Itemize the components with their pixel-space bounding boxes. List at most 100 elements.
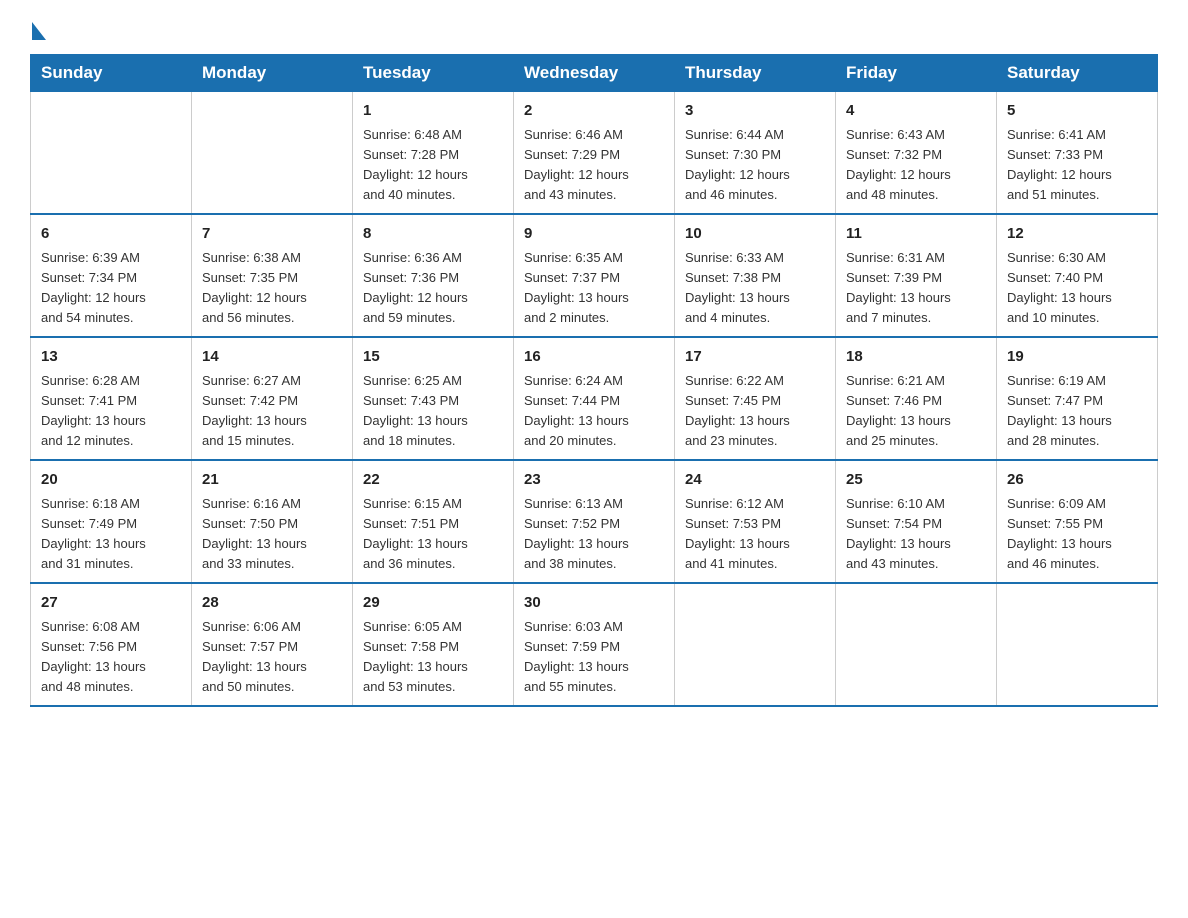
day-info: Sunrise: 6:12 AM Sunset: 7:53 PM Dayligh…	[685, 494, 825, 575]
day-info: Sunrise: 6:09 AM Sunset: 7:55 PM Dayligh…	[1007, 494, 1147, 575]
day-info: Sunrise: 6:18 AM Sunset: 7:49 PM Dayligh…	[41, 494, 181, 575]
day-info: Sunrise: 6:39 AM Sunset: 7:34 PM Dayligh…	[41, 248, 181, 329]
day-info: Sunrise: 6:25 AM Sunset: 7:43 PM Dayligh…	[363, 371, 503, 452]
day-info: Sunrise: 6:06 AM Sunset: 7:57 PM Dayligh…	[202, 617, 342, 698]
day-info: Sunrise: 6:16 AM Sunset: 7:50 PM Dayligh…	[202, 494, 342, 575]
calendar-cell: 2Sunrise: 6:46 AM Sunset: 7:29 PM Daylig…	[514, 92, 675, 215]
day-info: Sunrise: 6:35 AM Sunset: 7:37 PM Dayligh…	[524, 248, 664, 329]
logo-triangle-icon	[32, 22, 46, 40]
day-info: Sunrise: 6:48 AM Sunset: 7:28 PM Dayligh…	[363, 125, 503, 206]
day-number: 17	[685, 346, 825, 369]
day-info: Sunrise: 6:38 AM Sunset: 7:35 PM Dayligh…	[202, 248, 342, 329]
calendar-cell: 22Sunrise: 6:15 AM Sunset: 7:51 PM Dayli…	[353, 460, 514, 583]
calendar-cell: 19Sunrise: 6:19 AM Sunset: 7:47 PM Dayli…	[997, 337, 1158, 460]
calendar-cell: 30Sunrise: 6:03 AM Sunset: 7:59 PM Dayli…	[514, 583, 675, 706]
day-number: 7	[202, 223, 342, 246]
day-number: 28	[202, 592, 342, 615]
day-number: 22	[363, 469, 503, 492]
day-info: Sunrise: 6:13 AM Sunset: 7:52 PM Dayligh…	[524, 494, 664, 575]
day-info: Sunrise: 6:03 AM Sunset: 7:59 PM Dayligh…	[524, 617, 664, 698]
day-info: Sunrise: 6:24 AM Sunset: 7:44 PM Dayligh…	[524, 371, 664, 452]
day-info: Sunrise: 6:05 AM Sunset: 7:58 PM Dayligh…	[363, 617, 503, 698]
header-row: SundayMondayTuesdayWednesdayThursdayFrid…	[31, 55, 1158, 92]
calendar-cell	[836, 583, 997, 706]
day-number: 8	[363, 223, 503, 246]
calendar-cell: 13Sunrise: 6:28 AM Sunset: 7:41 PM Dayli…	[31, 337, 192, 460]
day-number: 3	[685, 100, 825, 123]
week-row-4: 20Sunrise: 6:18 AM Sunset: 7:49 PM Dayli…	[31, 460, 1158, 583]
day-info: Sunrise: 6:41 AM Sunset: 7:33 PM Dayligh…	[1007, 125, 1147, 206]
day-number: 23	[524, 469, 664, 492]
day-number: 25	[846, 469, 986, 492]
calendar-cell: 28Sunrise: 6:06 AM Sunset: 7:57 PM Dayli…	[192, 583, 353, 706]
calendar-cell: 3Sunrise: 6:44 AM Sunset: 7:30 PM Daylig…	[675, 92, 836, 215]
day-number: 4	[846, 100, 986, 123]
day-number: 24	[685, 469, 825, 492]
day-number: 20	[41, 469, 181, 492]
day-info: Sunrise: 6:08 AM Sunset: 7:56 PM Dayligh…	[41, 617, 181, 698]
day-number: 26	[1007, 469, 1147, 492]
calendar-cell: 4Sunrise: 6:43 AM Sunset: 7:32 PM Daylig…	[836, 92, 997, 215]
day-number: 19	[1007, 346, 1147, 369]
calendar-cell: 20Sunrise: 6:18 AM Sunset: 7:49 PM Dayli…	[31, 460, 192, 583]
calendar-cell: 17Sunrise: 6:22 AM Sunset: 7:45 PM Dayli…	[675, 337, 836, 460]
day-info: Sunrise: 6:21 AM Sunset: 7:46 PM Dayligh…	[846, 371, 986, 452]
day-info: Sunrise: 6:30 AM Sunset: 7:40 PM Dayligh…	[1007, 248, 1147, 329]
day-number: 11	[846, 223, 986, 246]
header-monday: Monday	[192, 55, 353, 92]
calendar-cell: 23Sunrise: 6:13 AM Sunset: 7:52 PM Dayli…	[514, 460, 675, 583]
calendar-cell: 1Sunrise: 6:48 AM Sunset: 7:28 PM Daylig…	[353, 92, 514, 215]
day-info: Sunrise: 6:27 AM Sunset: 7:42 PM Dayligh…	[202, 371, 342, 452]
calendar-cell: 18Sunrise: 6:21 AM Sunset: 7:46 PM Dayli…	[836, 337, 997, 460]
day-info: Sunrise: 6:19 AM Sunset: 7:47 PM Dayligh…	[1007, 371, 1147, 452]
day-info: Sunrise: 6:22 AM Sunset: 7:45 PM Dayligh…	[685, 371, 825, 452]
calendar-cell: 26Sunrise: 6:09 AM Sunset: 7:55 PM Dayli…	[997, 460, 1158, 583]
day-number: 14	[202, 346, 342, 369]
calendar-body: 1Sunrise: 6:48 AM Sunset: 7:28 PM Daylig…	[31, 92, 1158, 707]
calendar-cell: 14Sunrise: 6:27 AM Sunset: 7:42 PM Dayli…	[192, 337, 353, 460]
header-friday: Friday	[836, 55, 997, 92]
day-number: 15	[363, 346, 503, 369]
week-row-2: 6Sunrise: 6:39 AM Sunset: 7:34 PM Daylig…	[31, 214, 1158, 337]
logo	[30, 20, 46, 36]
calendar-cell: 12Sunrise: 6:30 AM Sunset: 7:40 PM Dayli…	[997, 214, 1158, 337]
calendar-cell	[675, 583, 836, 706]
calendar-cell: 27Sunrise: 6:08 AM Sunset: 7:56 PM Dayli…	[31, 583, 192, 706]
calendar-cell: 5Sunrise: 6:41 AM Sunset: 7:33 PM Daylig…	[997, 92, 1158, 215]
calendar-cell: 7Sunrise: 6:38 AM Sunset: 7:35 PM Daylig…	[192, 214, 353, 337]
day-number: 12	[1007, 223, 1147, 246]
week-row-3: 13Sunrise: 6:28 AM Sunset: 7:41 PM Dayli…	[31, 337, 1158, 460]
day-number: 13	[41, 346, 181, 369]
calendar-cell	[192, 92, 353, 215]
calendar-cell: 11Sunrise: 6:31 AM Sunset: 7:39 PM Dayli…	[836, 214, 997, 337]
calendar-cell: 15Sunrise: 6:25 AM Sunset: 7:43 PM Dayli…	[353, 337, 514, 460]
header-wednesday: Wednesday	[514, 55, 675, 92]
day-info: Sunrise: 6:46 AM Sunset: 7:29 PM Dayligh…	[524, 125, 664, 206]
day-number: 27	[41, 592, 181, 615]
week-row-5: 27Sunrise: 6:08 AM Sunset: 7:56 PM Dayli…	[31, 583, 1158, 706]
day-info: Sunrise: 6:43 AM Sunset: 7:32 PM Dayligh…	[846, 125, 986, 206]
day-number: 6	[41, 223, 181, 246]
calendar-cell: 24Sunrise: 6:12 AM Sunset: 7:53 PM Dayli…	[675, 460, 836, 583]
calendar-cell: 29Sunrise: 6:05 AM Sunset: 7:58 PM Dayli…	[353, 583, 514, 706]
day-number: 16	[524, 346, 664, 369]
day-number: 29	[363, 592, 503, 615]
day-info: Sunrise: 6:44 AM Sunset: 7:30 PM Dayligh…	[685, 125, 825, 206]
day-number: 30	[524, 592, 664, 615]
calendar-cell: 21Sunrise: 6:16 AM Sunset: 7:50 PM Dayli…	[192, 460, 353, 583]
calendar-cell	[997, 583, 1158, 706]
calendar-cell: 25Sunrise: 6:10 AM Sunset: 7:54 PM Dayli…	[836, 460, 997, 583]
calendar-header: SundayMondayTuesdayWednesdayThursdayFrid…	[31, 55, 1158, 92]
page-header	[30, 20, 1158, 36]
day-info: Sunrise: 6:15 AM Sunset: 7:51 PM Dayligh…	[363, 494, 503, 575]
day-number: 18	[846, 346, 986, 369]
week-row-1: 1Sunrise: 6:48 AM Sunset: 7:28 PM Daylig…	[31, 92, 1158, 215]
header-saturday: Saturday	[997, 55, 1158, 92]
day-number: 9	[524, 223, 664, 246]
calendar-cell: 9Sunrise: 6:35 AM Sunset: 7:37 PM Daylig…	[514, 214, 675, 337]
day-number: 21	[202, 469, 342, 492]
header-tuesday: Tuesday	[353, 55, 514, 92]
header-sunday: Sunday	[31, 55, 192, 92]
day-number: 1	[363, 100, 503, 123]
day-info: Sunrise: 6:33 AM Sunset: 7:38 PM Dayligh…	[685, 248, 825, 329]
